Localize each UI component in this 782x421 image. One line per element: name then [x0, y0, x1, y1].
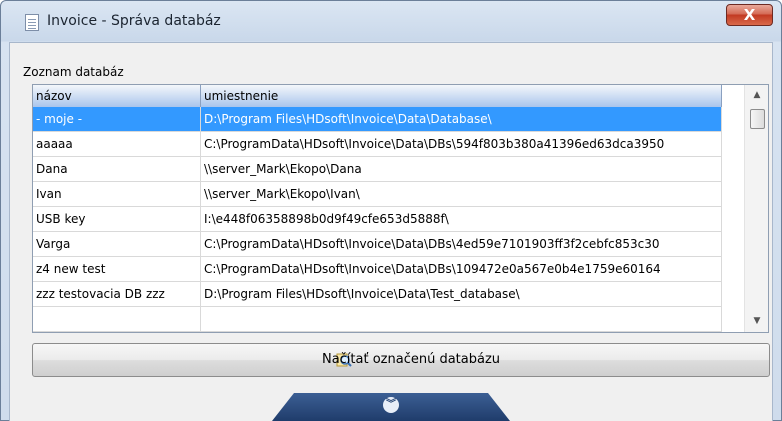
- grid-header: názov umiestnenie: [33, 85, 722, 107]
- load-database-button[interactable]: Načítať označenú databázu: [32, 343, 770, 377]
- column-header-location[interactable]: umiestnenie: [201, 85, 722, 107]
- database-location-cell: \\server_Mark\Ekopo\Dana: [201, 157, 722, 182]
- database-name-cell: aaaaa: [33, 132, 201, 157]
- title-bar[interactable]: Invoice - Správa databáz X: [1, 1, 781, 43]
- database-location-cell: D:\Program Files\HDsoft\Invoice\Data\Dat…: [201, 107, 722, 132]
- database-grid[interactable]: názov umiestnenie - moje - D:\Program Fil…: [32, 84, 769, 333]
- chevron-double-down-icon: ︾: [383, 397, 399, 413]
- database-location-cell: I:\e448f06358898b0d9f49cfe653d5888f\: [201, 207, 722, 232]
- load-database-label: Načítať označenú databázu: [321, 352, 501, 367]
- close-button[interactable]: X: [726, 4, 773, 26]
- expander-tab[interactable]: ︾: [272, 393, 510, 421]
- database-list-label: Zoznam databáz: [23, 65, 124, 79]
- database-location-cell: \\server_Mark\Ekopo\Ivan\: [201, 182, 722, 207]
- column-header-name[interactable]: názov: [33, 85, 201, 107]
- empty-cell: [33, 307, 201, 332]
- database-name-cell: USB key: [33, 207, 201, 232]
- scroll-up-icon[interactable]: ▲: [745, 87, 768, 104]
- table-row[interactable]: USB key I:\e448f06358898b0d9f49cfe653d588…: [33, 207, 722, 232]
- close-icon: X: [743, 6, 756, 24]
- database-name-cell: Varga: [33, 232, 201, 257]
- database-location-cell: C:\ProgramData\HDsoft\Invoice\Data\DBs\4…: [201, 232, 722, 257]
- database-name-cell: Dana: [33, 157, 201, 182]
- database-location-cell: C:\ProgramData\HDsoft\Invoice\Data\DBs\5…: [201, 132, 722, 157]
- table-row[interactable]: - moje - D:\Program Files\HDsoft\Invoice\…: [33, 107, 722, 132]
- database-location-cell: C:\ProgramData\HDsoft\Invoice\Data\DBs\1…: [201, 257, 722, 282]
- database-location-cell: D:\Program Files\HDsoft\Invoice\Data\Tes…: [201, 282, 722, 307]
- scroll-down-icon[interactable]: ▼: [745, 313, 768, 330]
- table-row[interactable]: aaaaa C:\ProgramData\HDsoft\Invoice\Data\…: [33, 132, 722, 157]
- table-row[interactable]: z4 new test C:\ProgramData\HDsoft\Invoice…: [33, 257, 722, 282]
- table-row[interactable]: Dana \\server_Mark\Ekopo\Dana: [33, 157, 722, 182]
- table-row[interactable]: Ivan \\server_Mark\Ekopo\Ivan\: [33, 182, 722, 207]
- empty-row[interactable]: [33, 307, 722, 332]
- document-icon: [25, 14, 39, 31]
- database-name-cell: z4 new test: [33, 257, 201, 282]
- empty-cell: [201, 307, 722, 332]
- database-name-cell: Ivan: [33, 182, 201, 207]
- window-title: Invoice - Správa databáz: [47, 13, 221, 29]
- database-name-cell: zzz testovacia DB zzz: [33, 282, 201, 307]
- vertical-scrollbar[interactable]: ▲ ▼: [744, 85, 768, 332]
- table-row[interactable]: zzz testovacia DB zzz D:\Program Files\HD…: [33, 282, 722, 307]
- scroll-thumb[interactable]: [750, 109, 765, 129]
- database-name-cell: - moje -: [33, 107, 201, 132]
- table-row[interactable]: Varga C:\ProgramData\HDsoft\Invoice\Data\…: [33, 232, 722, 257]
